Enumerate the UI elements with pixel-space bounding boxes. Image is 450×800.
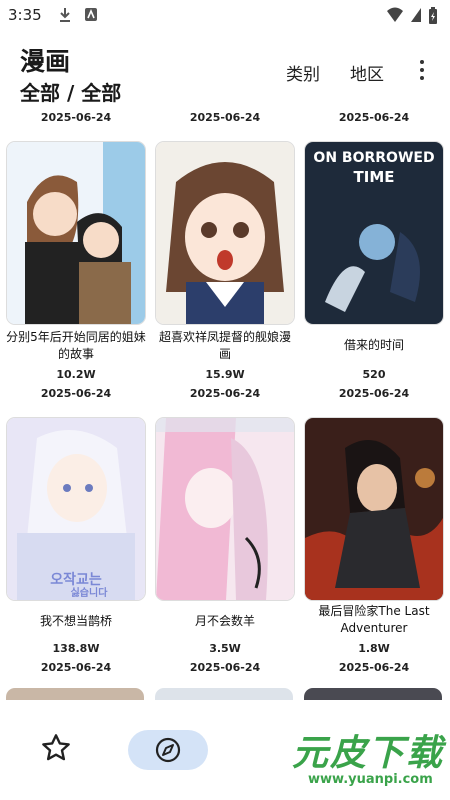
signal-icon <box>411 8 421 22</box>
watermark-url: www.yuanpi.com <box>308 772 433 787</box>
view-count: 10.2W <box>56 368 96 381</box>
cover-title-line2: 싫습니다 <box>71 586 109 599</box>
download-icon <box>60 8 70 22</box>
app-notification-icon <box>85 8 97 21</box>
cover-illustration: ON BORROWED TIME <box>305 142 443 324</box>
comic-title: 分别5年后开始同居的姐妹的故事 <box>6 330 146 361</box>
cover-title-line1: ON BORROWED <box>313 150 434 166</box>
comic-cover[interactable] <box>6 141 146 325</box>
prev-row-date: 2025-06-24 <box>40 111 112 124</box>
view-count: 520 <box>362 368 386 381</box>
battery-icon <box>429 7 437 24</box>
prev-row-date: 2025-06-24 <box>338 111 410 124</box>
comic-date: 2025-06-24 <box>189 661 261 674</box>
cover-title-line2: TIME <box>354 168 395 186</box>
cover-illustration <box>7 142 145 324</box>
comic-date: 2025-06-24 <box>338 387 410 400</box>
prev-row-date: 2025-06-24 <box>189 111 261 124</box>
cover-illustration <box>156 142 294 324</box>
comic-cover[interactable] <box>304 417 444 601</box>
view-count: 138.8W <box>52 642 100 655</box>
watermark: 元皮下载 www.yuanpi.com <box>268 724 448 794</box>
star-outline-icon[interactable] <box>40 732 72 764</box>
view-count: 3.5W <box>209 642 241 655</box>
wifi-icon <box>387 7 403 22</box>
more-menu-icon[interactable] <box>414 58 430 82</box>
compass-icon <box>155 737 181 763</box>
comic-date: 2025-06-24 <box>189 387 261 400</box>
status-bar: 3:35 <box>0 0 450 30</box>
comic-date: 2025-06-24 <box>40 661 112 674</box>
filter-summary[interactable]: 全部 / 全部 <box>20 77 121 106</box>
view-count: 1.8W <box>358 642 390 655</box>
comic-cover[interactable]: ON BORROWED TIME <box>304 141 444 325</box>
comic-cover[interactable] <box>155 141 295 325</box>
category-button[interactable]: 类别 <box>286 60 320 85</box>
comic-title: 月不会数羊 <box>194 614 255 628</box>
comic-cover[interactable]: 오작교는 싫습니다 <box>6 417 146 601</box>
comic-title: 借来的时间 <box>343 338 404 352</box>
comic-date: 2025-06-24 <box>338 661 410 674</box>
nav-item-explore[interactable] <box>128 730 208 770</box>
comic-title: 超喜欢祥凤提督的舰娘漫画 <box>158 330 291 361</box>
watermark-text: 元皮下载 <box>292 733 445 774</box>
region-button[interactable]: 地区 <box>350 60 384 85</box>
comic-title: 最后冒险家The Last Adventurer <box>318 604 430 635</box>
cover-title-line1: 오작교는 <box>50 571 102 588</box>
comic-cover[interactable] <box>155 417 295 601</box>
comic-date: 2025-06-24 <box>40 387 112 400</box>
cover-illustration <box>305 418 443 600</box>
status-time: 3:35 <box>8 6 42 24</box>
view-count: 15.9W <box>205 368 245 381</box>
cover-illustration: 오작교는 싫습니다 <box>7 418 145 600</box>
bottom-nav: 元皮下载 www.yuanpi.com <box>0 700 450 800</box>
page-title: 漫画 <box>20 47 71 76</box>
comic-title: 我不想当鹊桥 <box>39 614 112 628</box>
cover-illustration <box>156 418 294 600</box>
